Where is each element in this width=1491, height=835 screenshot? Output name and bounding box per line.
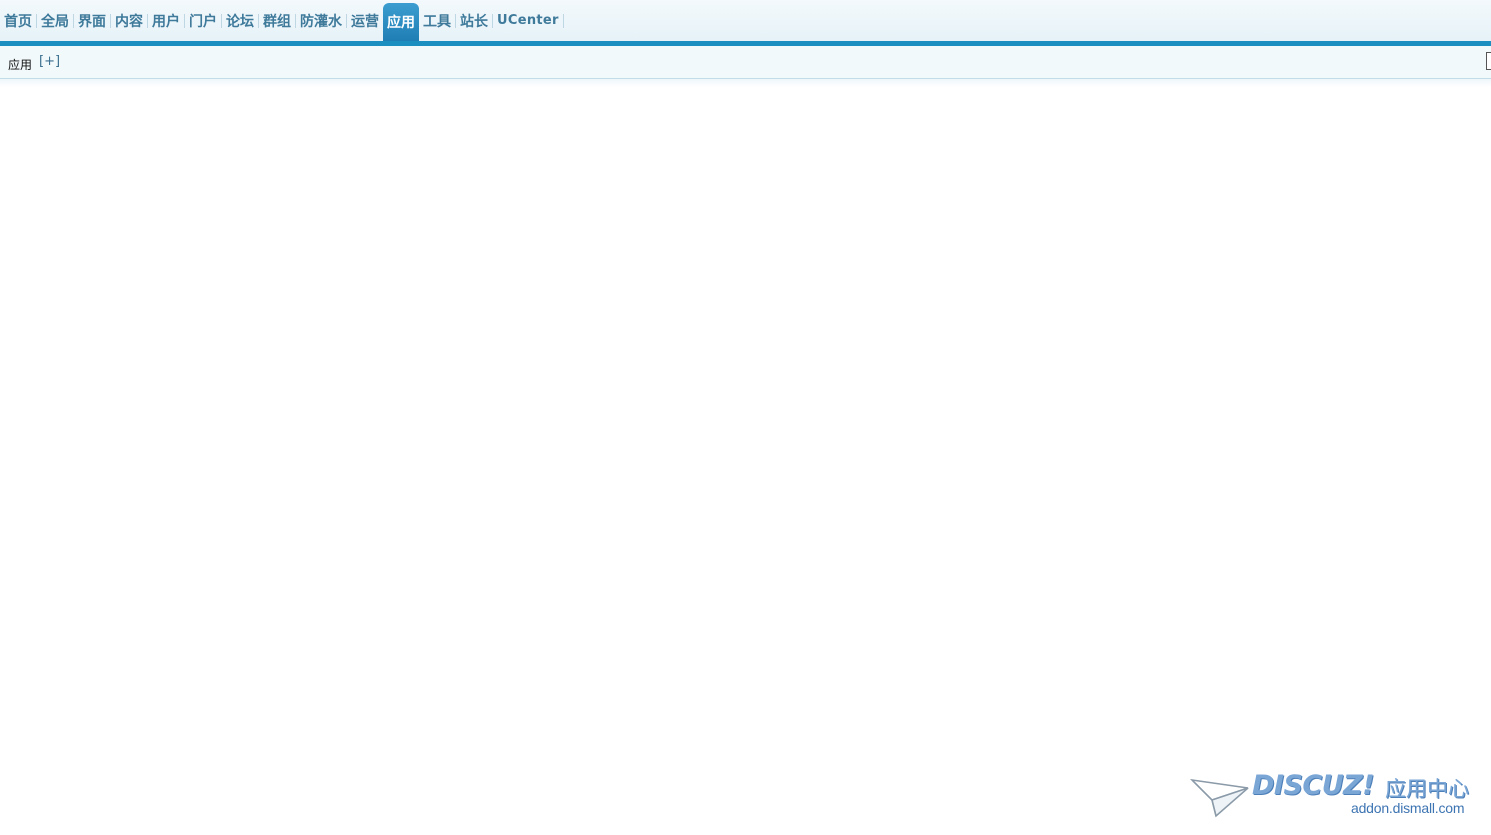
add-shortcut-button[interactable]: [+] bbox=[39, 54, 60, 69]
logo-subtitle: 应用中心 bbox=[1385, 777, 1469, 801]
nav-item-groups[interactable]: 群组 bbox=[259, 0, 295, 41]
nav-item-home[interactable]: 首页 bbox=[0, 0, 36, 41]
nav-item-webmaster[interactable]: 站长 bbox=[456, 0, 492, 41]
nav-item-tools[interactable]: 工具 bbox=[419, 0, 455, 41]
breadcrumb-current: 应用 bbox=[8, 58, 33, 72]
nav-item-global[interactable]: 全局 bbox=[37, 0, 73, 41]
nav-item-operations[interactable]: 运营 bbox=[347, 0, 383, 41]
nav-item-content[interactable]: 内容 bbox=[111, 0, 147, 41]
logo-url: addon.dismall.com bbox=[1351, 800, 1465, 816]
nav-item-apps[interactable]: 应用 bbox=[383, 3, 419, 41]
nav-item-portal[interactable]: 门户 bbox=[185, 0, 221, 41]
top-navigation: 首页 全局 界面 内容 用户 门户 论坛 群组 防灌水 运营 应用 工具 站长 … bbox=[0, 0, 1491, 41]
side-panel-toggle[interactable] bbox=[1486, 52, 1491, 70]
discuz-app-center-logo[interactable]: DISCUZ! 应用中心 addon.dismall.com bbox=[1190, 770, 1480, 822]
subbar-shadow bbox=[0, 79, 1491, 87]
nav-items: 首页 全局 界面 内容 用户 门户 论坛 群组 防灌水 运营 应用 工具 站长 … bbox=[0, 0, 564, 41]
paper-plane-icon bbox=[1190, 778, 1249, 818]
nav-item-users[interactable]: 用户 bbox=[148, 0, 184, 41]
nav-item-interface[interactable]: 界面 bbox=[74, 0, 110, 41]
nav-separator bbox=[562, 13, 564, 28]
logo-brand: DISCUZ! bbox=[1252, 770, 1375, 801]
nav-item-ucenter[interactable]: UCenter bbox=[493, 0, 563, 41]
nav-item-antispam[interactable]: 防灌水 bbox=[296, 0, 346, 41]
nav-item-forum[interactable]: 论坛 bbox=[222, 0, 258, 41]
breadcrumb-bar: 应用 [+] bbox=[0, 46, 1491, 79]
